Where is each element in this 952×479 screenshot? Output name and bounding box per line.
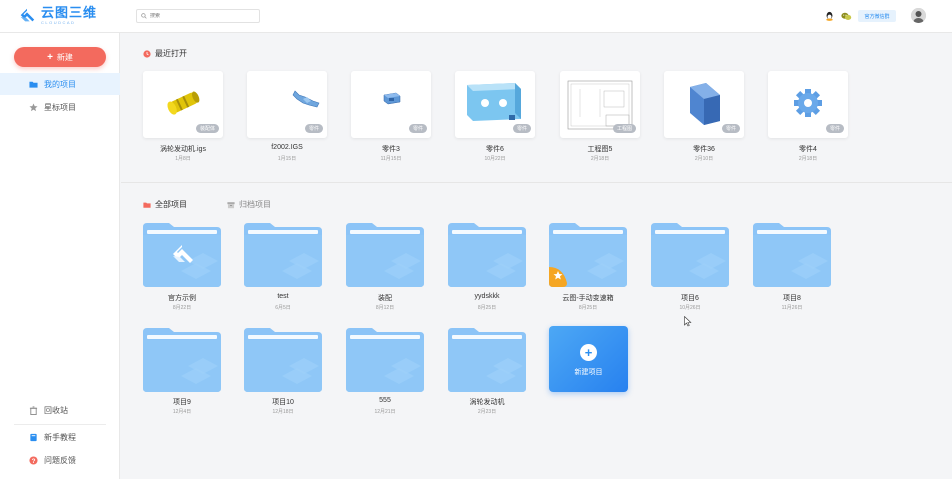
folder[interactable] [448, 221, 526, 287]
plus-icon: + [47, 51, 53, 63]
folder-date: 6月5日 [275, 305, 291, 311]
search-icon [141, 13, 147, 19]
folder[interactable] [143, 326, 221, 392]
folder[interactable] [448, 326, 526, 392]
recent-name: f2002.IGS [271, 144, 303, 151]
folder-date: 12月21日 [374, 409, 396, 415]
logo-text: 云图三维 [41, 5, 98, 20]
folder-icon [143, 202, 151, 208]
new-project-card[interactable]: + 新建项目 [549, 326, 628, 392]
recent-date: 10月22日 [484, 156, 506, 162]
type-badge: 零件 [721, 124, 740, 133]
recent-name: 零件36 [693, 146, 715, 153]
sidebar: + 新建 我的项目 星标项目 回收站 新手教程 ? 问题反馈 [0, 33, 120, 479]
archive-icon [227, 201, 235, 208]
recent-section-title: 最近打开 [143, 48, 187, 59]
folder-name: test [277, 293, 289, 300]
avatar[interactable] [911, 8, 926, 23]
folder-starred[interactable] [549, 221, 627, 287]
folder[interactable] [651, 221, 729, 287]
folder[interactable] [753, 221, 831, 287]
folder-date: 12月4日 [172, 409, 192, 415]
folder-icon [29, 81, 38, 88]
folder-name: 官方示例 [168, 295, 196, 302]
recent-name: 工程图5 [587, 146, 613, 153]
wechat-group-button[interactable]: 官方微信群 [858, 10, 896, 22]
sidebar-divider [14, 424, 106, 425]
folder-name: 555 [379, 397, 391, 404]
folder-date: 8月12日 [375, 305, 395, 311]
new-button[interactable]: + 新建 [14, 47, 106, 67]
recent-card[interactable]: 零件 [455, 71, 535, 138]
logo-icon [20, 8, 35, 21]
folder-date: 11月26日 [781, 305, 803, 311]
folder-name: 装配 [378, 295, 392, 302]
sidebar-item-feedback[interactable]: ? 问题反馈 [0, 449, 120, 471]
folder-date: 12月18日 [272, 409, 294, 415]
folder-date: 8月25日 [477, 305, 497, 311]
recent-card[interactable]: 装配体 [143, 71, 223, 138]
recent-date: 2月18日 [798, 156, 818, 162]
recent-card[interactable]: 零件 [351, 71, 431, 138]
qq-icon[interactable] [824, 11, 835, 22]
type-badge: 零件 [512, 124, 531, 133]
sidebar-item-trash[interactable]: 回收站 [0, 399, 120, 421]
folder-name: 项目8 [783, 295, 801, 302]
folder-official[interactable] [143, 221, 221, 287]
search-box[interactable] [136, 9, 260, 23]
question-icon: ? [29, 455, 38, 464]
folder-name: yydskkk [474, 293, 500, 300]
folder[interactable] [346, 326, 424, 392]
folder-name: 项目6 [681, 295, 699, 302]
recent-name: 零件3 [382, 146, 400, 153]
tab-all-projects[interactable]: 全部项目 [143, 199, 187, 210]
type-badge: 零件 [304, 124, 323, 133]
new-project-label: 新建项目 [574, 369, 603, 376]
recent-card[interactable]: 零件 [247, 71, 327, 138]
folder-date: 8月25日 [578, 305, 598, 311]
tab-archived-projects[interactable]: 归档项目 [227, 199, 271, 210]
recent-card[interactable]: 零件 [664, 71, 744, 138]
logo-subtext: CLOUDCAD [41, 20, 76, 25]
folder-date: 8月22日 [172, 305, 192, 311]
svg-text:?: ? [32, 457, 36, 464]
recent-name: 零件4 [799, 146, 817, 153]
wechat-icon[interactable] [841, 11, 852, 22]
clock-icon [143, 49, 151, 58]
recent-date: 11月15日 [380, 156, 402, 162]
folder-name: 项目9 [173, 399, 191, 406]
folder-name: 涡轮发动机 [469, 399, 505, 406]
folder-date: 10月26日 [679, 305, 701, 311]
section-divider [121, 182, 952, 183]
folder[interactable] [244, 326, 322, 392]
recent-name: 零件6 [486, 146, 504, 153]
recent-date: 1月8日 [175, 156, 191, 162]
type-badge: 零件 [408, 124, 427, 133]
plus-icon: + [580, 344, 597, 361]
type-badge: 工程图 [612, 124, 636, 133]
trash-icon [29, 405, 38, 415]
recent-date: 1月15日 [277, 156, 297, 162]
recent-card[interactable]: 工程图 [560, 71, 640, 138]
type-badge: 零件 [825, 124, 844, 133]
recent-date: 2月10日 [694, 156, 714, 162]
folder-name: 云图-手动变速箱 [562, 295, 614, 302]
type-badge: 装配体 [195, 124, 219, 133]
star-icon [29, 102, 38, 111]
recent-card[interactable]: 零件 [768, 71, 848, 138]
folder-date: 2月23日 [477, 409, 497, 415]
folder-name: 项目10 [272, 399, 294, 406]
folder[interactable] [346, 221, 424, 287]
app-logo[interactable]: 云图三维 CLOUDCAD [18, 6, 97, 25]
sidebar-item-starred[interactable]: 星标项目 [0, 96, 120, 118]
cursor-icon [684, 316, 692, 327]
sidebar-item-my-projects[interactable]: 我的项目 [0, 73, 120, 95]
top-header: 云图三维 CLOUDCAD 官方微信群 [0, 0, 952, 33]
sidebar-item-tutorial[interactable]: 新手教程 [0, 426, 120, 448]
search-input[interactable] [150, 13, 250, 19]
book-icon [30, 433, 37, 441]
recent-date: 2月18日 [590, 156, 610, 162]
folder[interactable] [244, 221, 322, 287]
recent-name: 涡轮发动机.igs [160, 146, 206, 153]
